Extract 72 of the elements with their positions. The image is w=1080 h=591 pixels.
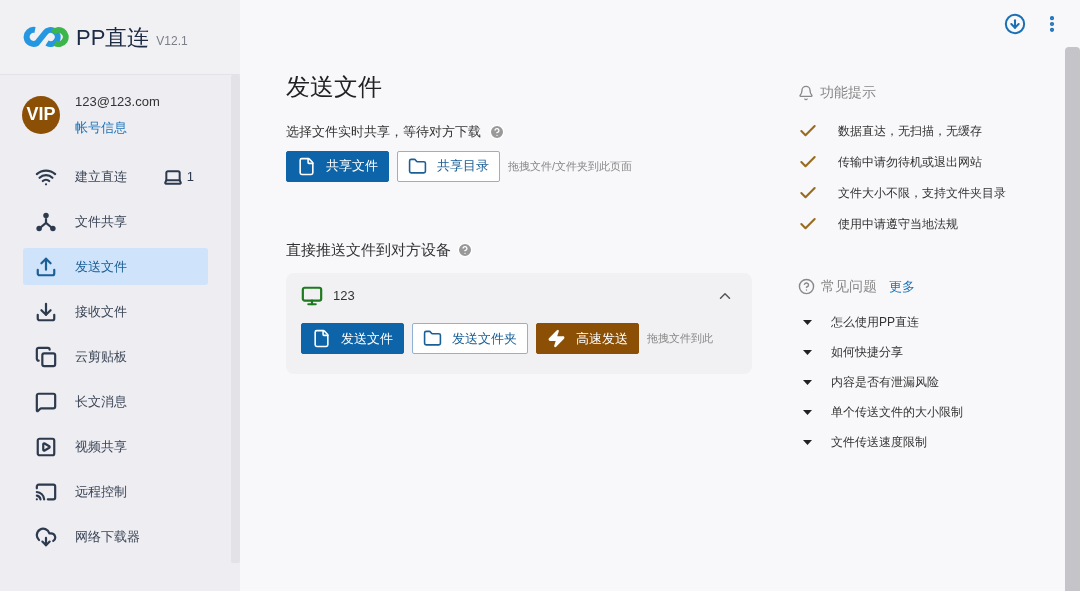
share-label: 选择文件实时共享，等待对方下载 [286, 123, 481, 141]
nav-item[interactable]: 接收文件 [23, 293, 208, 330]
faq-item[interactable]: 文件传送速度限制 [798, 434, 1028, 450]
nav-label: 远程控制 [75, 482, 127, 501]
action-button[interactable]: 高速发送 [536, 323, 639, 354]
faq-item[interactable]: 怎么使用PP直连 [798, 314, 1028, 330]
nav-item[interactable]: 长文消息 [23, 383, 208, 420]
caret-icon [803, 379, 812, 385]
app-name: PP直连 [76, 23, 150, 52]
action-button[interactable]: 共享文件 [286, 150, 389, 182]
nav-label: 网络下载器 [75, 527, 140, 546]
nav-item[interactable]: 发送文件 [23, 248, 208, 285]
nav-item[interactable]: 远程控制 [23, 473, 208, 510]
cloud-download-icon [35, 525, 57, 548]
nav-item[interactable]: 视频共享 [23, 428, 208, 465]
push-label: 直接推送文件到对方设备 [286, 239, 451, 260]
lightning-icon [547, 329, 566, 348]
tip-text: 传输中请勿待机或退出网站 [838, 154, 983, 170]
download-icon[interactable] [1004, 12, 1026, 35]
nav-label: 长文消息 [75, 392, 127, 411]
folder-icon [408, 156, 427, 176]
help-icon[interactable] [457, 241, 473, 258]
action-button[interactable]: 发送文件 [301, 323, 404, 354]
action-button[interactable]: 共享目录 [397, 150, 500, 182]
tip-text: 文件大小不限，支持文件夹目录 [838, 185, 1007, 201]
file-icon [297, 156, 316, 176]
help-icon [798, 278, 815, 295]
faq-item[interactable]: 如何快捷分享 [798, 344, 1028, 360]
caret-icon [803, 439, 812, 445]
tip-text: 使用中请遵守当地法规 [838, 216, 959, 232]
drop-hint: 拖拽文件到此 [647, 331, 713, 347]
upload-icon [35, 255, 57, 278]
message-icon [35, 390, 57, 413]
faq-item[interactable]: 内容是否有泄漏风险 [798, 374, 1028, 390]
nav-item[interactable]: 云剪贴板 [23, 338, 208, 375]
more-link[interactable]: 更多 [889, 276, 915, 297]
action-button[interactable]: 发送文件夹 [412, 323, 528, 354]
tips-title: 功能提示 [820, 83, 876, 102]
file-icon [312, 329, 331, 348]
nav-label: 云剪贴板 [75, 347, 127, 366]
download-icon [35, 300, 57, 323]
page-title: 发送文件 [286, 72, 383, 102]
account-info-link[interactable]: 帐号信息 [75, 117, 160, 137]
bell-icon [798, 84, 814, 101]
caret-icon [803, 319, 812, 325]
folder-icon [423, 329, 442, 348]
caret-icon [803, 409, 812, 415]
tip-text: 数据直达，无扫描，无缓存 [838, 123, 983, 139]
copy-icon [35, 345, 57, 368]
account-email: 123@123.com [75, 93, 160, 111]
drop-hint: 拖拽文件/文件夹到此页面 [508, 158, 633, 174]
nav-label: 建立直连 [75, 167, 127, 186]
nav-item[interactable]: 网络下载器 [23, 518, 208, 555]
caret-icon [803, 349, 812, 355]
nav-label: 发送文件 [75, 257, 127, 276]
nav-item[interactable]: 文件共享 [23, 203, 208, 240]
monitor-icon [301, 285, 323, 307]
nav-label: 文件共享 [75, 212, 127, 231]
nav-label: 接收文件 [75, 302, 127, 321]
nav-item[interactable]: 建立直连 1 [23, 158, 208, 195]
video-icon [35, 435, 57, 458]
vip-avatar: VIP [22, 95, 60, 134]
device-count: 1 [186, 167, 194, 186]
device-name: 123 [333, 287, 355, 306]
network-icon [35, 210, 57, 233]
faq-title: 常见问题 [821, 277, 877, 296]
help-icon[interactable] [489, 123, 505, 140]
app-version: V12.1 [156, 32, 188, 50]
page-scrollbar[interactable] [1065, 47, 1080, 591]
nav-label: 视频共享 [75, 437, 127, 456]
logo-icon [23, 26, 69, 48]
faq-item[interactable]: 单个传送文件的大小限制 [798, 404, 1028, 420]
